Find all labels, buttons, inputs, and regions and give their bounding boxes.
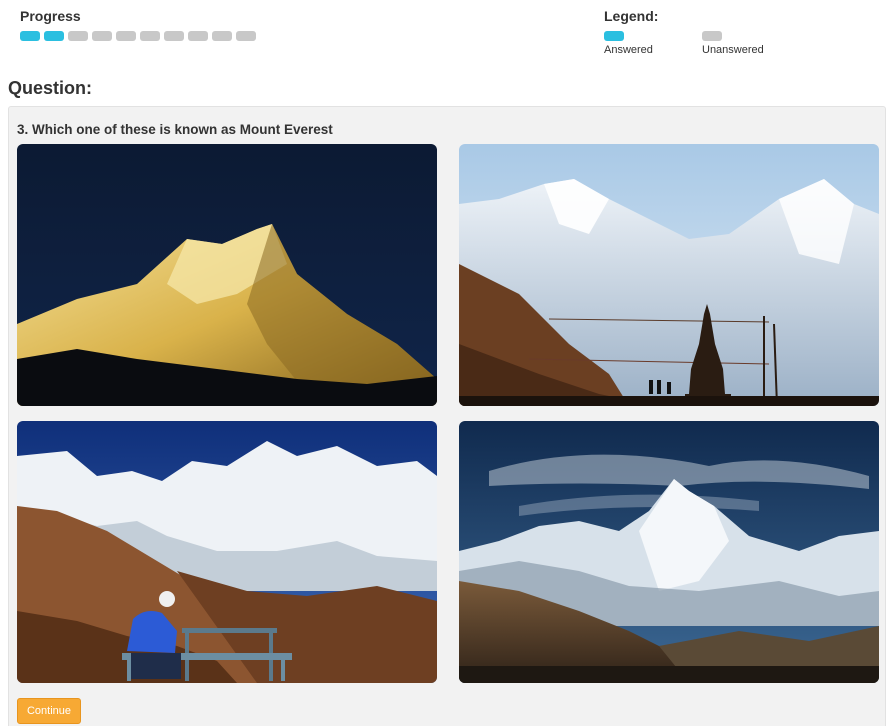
everest-stupa-prayer-flags-photo — [459, 144, 879, 406]
question-text: 3. Which one of these is known as Mount … — [17, 122, 333, 137]
legend-label: Legend: — [604, 8, 659, 24]
progress-segment-unanswered — [164, 31, 184, 41]
progress-section: Progress — [20, 8, 256, 41]
progress-segment-unanswered — [140, 31, 160, 41]
progress-segment-answered — [20, 31, 40, 41]
golden-peak-night-photo — [17, 144, 437, 406]
legend-item-unanswered: Unanswered — [702, 31, 800, 56]
progress-segment-unanswered — [188, 31, 208, 41]
ama-dablam-peak-photo — [459, 421, 879, 683]
continue-button[interactable]: Continue — [17, 698, 81, 724]
unanswered-swatch — [702, 31, 722, 41]
legend-section: Legend: Answered Unanswered — [604, 8, 800, 56]
answer-option-2[interactable] — [459, 144, 879, 406]
question-heading: Question: — [8, 78, 92, 98]
answer-option-1[interactable] — [17, 144, 437, 406]
progress-label: Progress — [20, 8, 81, 24]
progress-bar — [20, 31, 256, 41]
answered-swatch — [604, 31, 624, 41]
legend-items: Answered Unanswered — [604, 31, 800, 56]
answer-option-3[interactable] — [17, 421, 437, 683]
answer-option-4[interactable] — [459, 421, 879, 683]
progress-segment-unanswered — [68, 31, 88, 41]
progress-segment-unanswered — [236, 31, 256, 41]
legend-unanswered-label: Unanswered — [702, 44, 764, 56]
legend-answered-label: Answered — [604, 44, 653, 56]
progress-segment-unanswered — [212, 31, 232, 41]
progress-segment-unanswered — [92, 31, 112, 41]
legend-item-answered: Answered — [604, 31, 702, 56]
progress-segment-unanswered — [116, 31, 136, 41]
progress-segment-answered — [44, 31, 64, 41]
question-panel: 3. Which one of these is known as Mount … — [8, 106, 886, 726]
hiker-bench-snow-range-photo — [17, 421, 437, 683]
